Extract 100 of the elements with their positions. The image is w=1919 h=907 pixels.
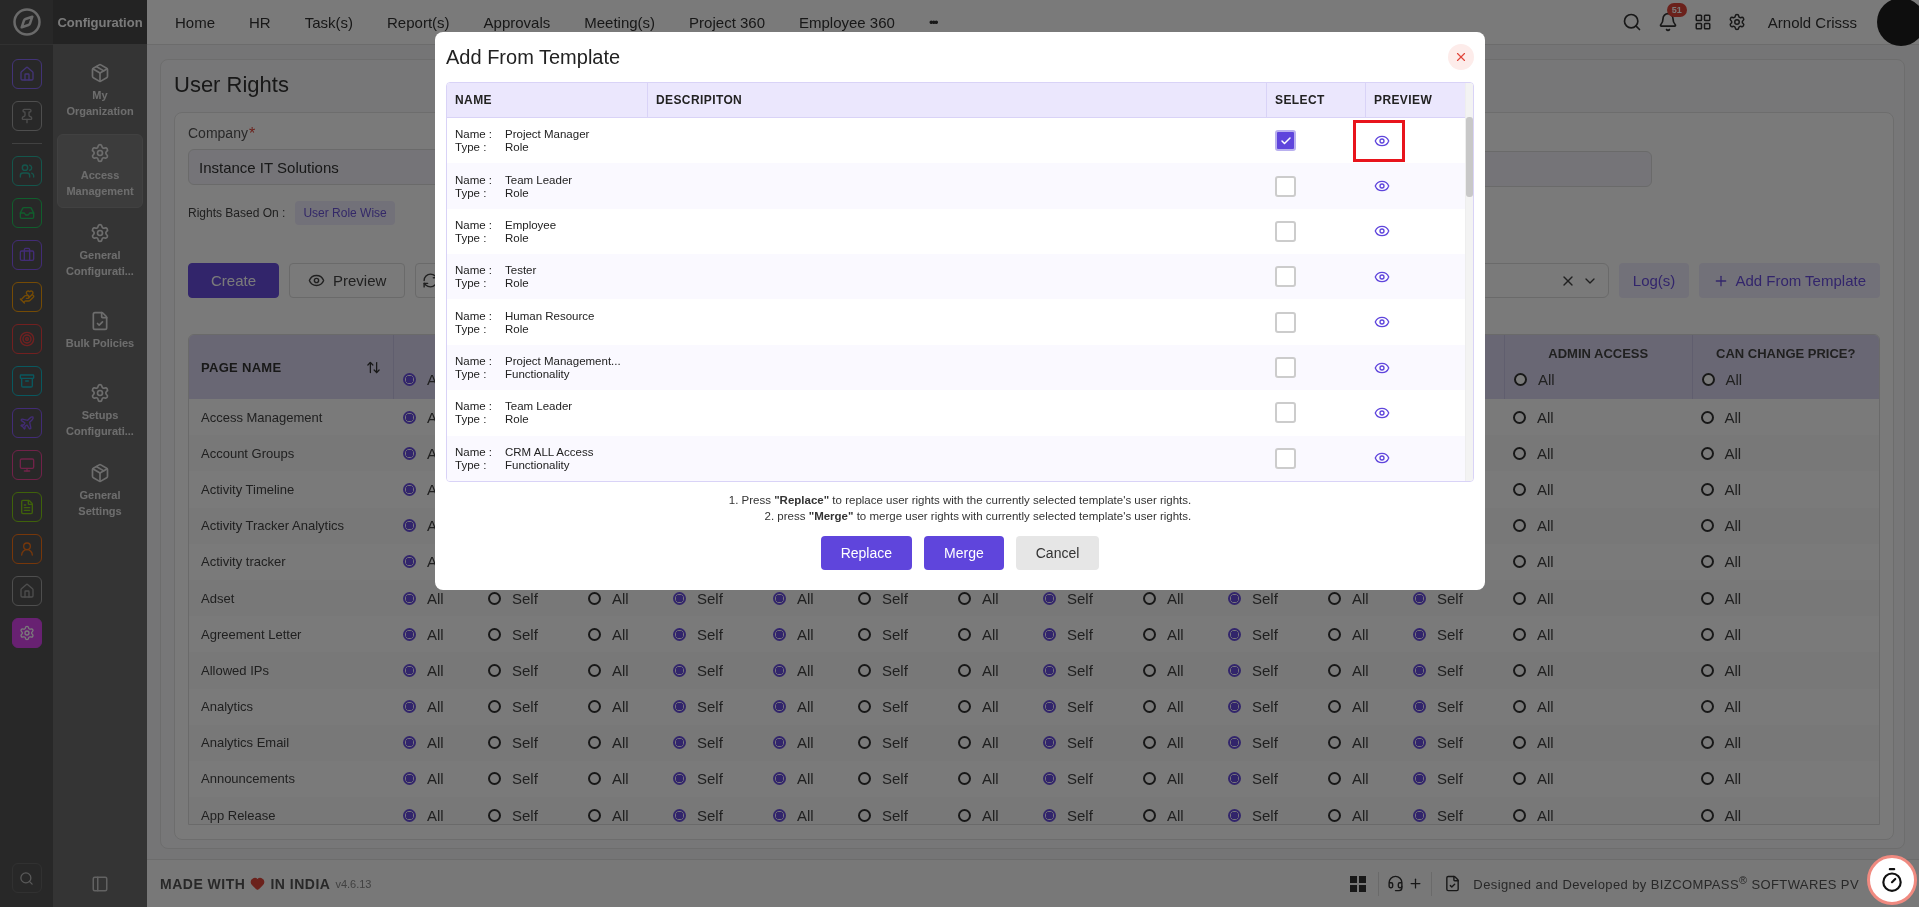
credit-text: Designed and Developed by BIZCOMPASS$^{®}$ SOFTWARES PV [1473,874,1859,893]
option-label: Self [882,806,908,824]
preview-button[interactable]: Preview [289,263,406,298]
nav-link[interactable]: Meeting(s) [584,13,656,31]
field-label: Name : [455,355,494,368]
page-name: Analytics [200,698,255,717]
confirm-button[interactable]: Replace [820,536,913,570]
option-label: All [1537,444,1554,462]
template-name: Team Leader [505,400,574,413]
option-label: All [427,698,444,716]
logs-button[interactable]: Log(s) [1618,263,1690,298]
page-name: Announcements [200,770,296,789]
option-label: All [1537,770,1554,788]
option-label: Self [1067,589,1093,607]
option-label: All [1724,444,1742,462]
field-label: Name : [455,445,494,458]
field-label: Type : [455,458,488,471]
option-label: All [1724,806,1742,824]
option-label: Self [1437,589,1463,607]
page-name: Allowed IPs [200,661,270,680]
option-label: Self [512,589,538,607]
option-label: All [1724,734,1742,752]
option-label: All [1167,698,1184,716]
option-label: All [1537,408,1554,426]
nav-link[interactable]: Approvals [483,13,551,31]
option-label: All [1352,734,1369,752]
page-title: User Rights [174,72,289,98]
user-name[interactable]: Arnold Crisss [1767,13,1857,31]
column-header: SELECT [1266,83,1365,117]
option-label: All [797,806,814,824]
template-name: Tester [505,264,538,277]
section-title: Configuration [53,0,147,44]
template-type: Role [505,141,530,154]
template-type: Role [505,413,530,426]
option-label: All [797,625,814,643]
page-name: Adset [200,589,236,608]
option-label: Self [697,806,723,824]
option-label: Self [697,734,723,752]
add-from-template-button[interactable]: Add From Template [1699,263,1880,298]
cancel-button[interactable]: Cancel [1015,536,1100,570]
template-type: Role [505,322,530,335]
option-label: Self [1437,806,1463,824]
field-label: Name : [455,218,494,231]
option-label: All [1724,480,1742,498]
option-label: All [1724,770,1742,788]
nav-link[interactable]: Home [175,13,215,31]
option-label: All [797,698,814,716]
option-label: Self [1437,661,1463,679]
option-label: All [1167,589,1184,607]
template-type: Functionality [505,458,571,471]
field-label: Name : [455,128,494,141]
dialog-title: Add From Template [446,45,621,69]
option-label: All [1537,698,1554,716]
option-label: All [1352,698,1369,716]
option-label: All [1352,806,1369,824]
field-label: Name : [455,173,494,186]
nav-link[interactable]: Task(s) [304,13,354,31]
option-label: Self [1252,806,1278,824]
option-label: All [612,589,629,607]
template-name: Project Manager [505,128,591,141]
option-label: All [797,734,814,752]
option-label: All [427,661,444,679]
option-label: All [1724,553,1742,571]
option-label: All [1537,661,1554,679]
field-label: Type : [455,231,488,244]
nav-link[interactable]: Project 360 [689,13,765,31]
option-label: Self [512,698,538,716]
option-label: Self [1067,770,1093,788]
confirm-button[interactable]: Merge [924,536,1004,570]
field-label: Name : [455,264,494,277]
option-label: All [1537,734,1554,752]
option-label: All [982,661,999,679]
column-header: ADMIN ACCESS [1547,346,1650,361]
option-label: Self [1067,698,1093,716]
option-label: All [1538,371,1555,388]
option-label: Self [882,734,908,752]
option-label: Self [697,770,723,788]
option-label: All [1537,589,1554,607]
option-label: All [982,698,999,716]
option-label: All [612,698,629,716]
option-label: Self [1252,589,1278,607]
page-name: App Release [200,806,277,824]
option-label: Self [697,698,723,716]
create-button[interactable]: Create [188,263,280,298]
nav-link[interactable]: Report(s) [387,13,450,31]
nav-link[interactable]: HR [249,13,271,31]
column-header: NAME [454,91,493,109]
option-label: All [797,770,814,788]
option-label: Self [1067,625,1093,643]
field-label: Name : [455,400,494,413]
more-menu[interactable]: ••• [928,14,937,30]
option-label: All [982,625,999,643]
column-header: DESCRIPITON [647,83,1266,117]
option-label: All [982,589,999,607]
option-label: All [1725,371,1743,388]
rights-basis-tag: User Role Wise [295,201,395,225]
field-label: Type : [455,141,488,154]
template-type: Functionality [505,368,571,381]
nav-link[interactable]: Employee 360 [799,13,895,31]
page-name: Analytics Email [200,734,291,753]
